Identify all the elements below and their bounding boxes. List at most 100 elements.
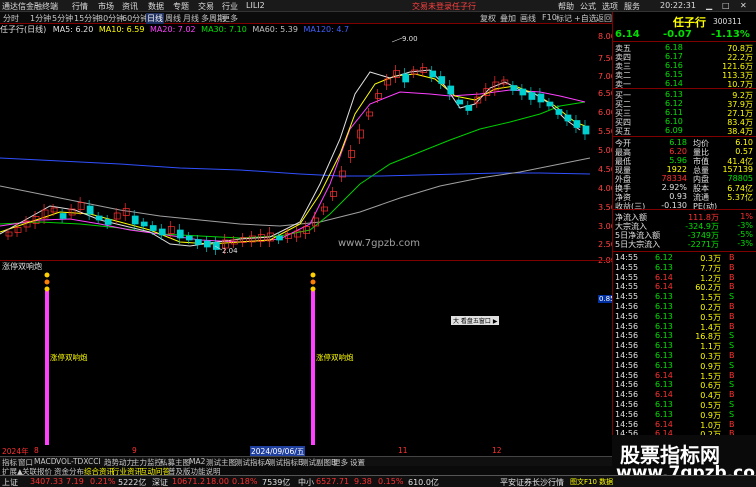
stat-value: 6.18 [669,138,687,147]
tick-price: 6.13 [655,302,673,311]
tab-weekly[interactable]: 周线 [165,13,181,24]
tab-15min[interactable]: 15分钟 [74,13,100,24]
btn-draw[interactable]: 画线 [520,13,536,24]
flow-row: 大宗流入 -324.9万 -3% [613,221,756,231]
signal-bar [45,291,49,445]
tick-side: B [729,272,735,282]
tab-more[interactable]: 更多 [222,13,238,24]
indicator-chart[interactable]: 涨停双响炮 涨停双响炮 [0,271,596,445]
candlestick-chart[interactable]: 9.00 2.04 [0,34,596,260]
tab-macd[interactable]: MACD [34,457,56,466]
tick-side: B [729,419,735,429]
tab-vol[interactable]: VOL-TDX [56,457,88,466]
candle-body [537,93,545,103]
tick-time: 14:55 [615,272,639,282]
tick-row: 14:56 6.13 0.2万 B [613,302,756,312]
ask-price: 6.17 [665,52,683,61]
candle-body [203,240,211,248]
tick-time: 14:56 [615,302,639,311]
chart-title: 任子行(日线) MA5: 6.20 MA10: 6.59 MA20: 7.02 … [0,24,349,34]
close-icon[interactable]: ✕ [740,1,747,10]
stat-value: 0.57 [735,147,753,156]
menu-item-options[interactable]: 选项 [602,1,618,12]
clock: 20:22:31 [660,1,696,10]
tick-price: 6.14 [655,272,673,282]
menu-item-help[interactable]: 帮助 [558,1,574,12]
candle-body [95,215,103,221]
cy-value: 6527.71 [316,477,350,486]
flow-value: -2271万 [687,240,719,249]
candle-body [429,70,437,78]
tick-side: B [729,351,735,360]
btn-f10[interactable]: F10 [542,13,557,22]
ask-row: 卖五 6.18 70.8万 [613,43,756,53]
quote-price-row: 6.14 -0.07 -1.13% [613,29,756,40]
date-axis: 2024年 8 9 2024/09/06/五 11 12 [0,446,612,457]
mini-window-box[interactable]: 大 看盘五窗口 ▶ [451,316,500,325]
sz-label: 深证 [152,478,168,487]
signal-dot [44,272,50,278]
tab-monthly[interactable]: 月线 [183,13,199,24]
price-pct-change: -1.13% [711,29,750,40]
ask-row: 卖四 6.17 22.2万 [613,52,756,62]
ask-row: 卖二 6.15 113.3万 [613,70,756,80]
btn-mark[interactable]: 标记 [556,13,572,24]
maximize-icon[interactable]: □ [722,1,730,10]
menu-item-market[interactable]: 行情 [72,1,88,12]
btn-back[interactable]: 返回 [596,13,612,24]
candle-body [158,228,166,236]
tick-row: 14:55 6.14 1.2万 B [613,272,756,283]
tick-row: 14:56 6.13 0.3万 B [613,351,756,361]
tab-1min[interactable]: 1分钟 [30,13,51,24]
menu-item-data[interactable]: 数据 [148,1,164,12]
menu-item-lili2[interactable]: LILI2 [246,1,265,10]
ask-price: 6.15 [665,70,683,79]
cy-amount: 610.0亿 [408,478,439,487]
tick-time: 14:56 [615,370,639,380]
tab-5min[interactable]: 5分钟 [52,13,73,24]
btn-add-favorite[interactable]: +自选 [574,13,597,24]
minimize-icon[interactable]: ▁ [706,1,712,10]
btn-adjust[interactable]: 复权 [480,13,496,24]
stat-value: 0.93 [669,192,687,201]
tick-side: B [729,311,735,321]
tab-daily[interactable]: 日线 [146,13,164,24]
candle-body [582,125,590,135]
stat-value: 78334 [661,174,687,183]
candle-body [176,229,184,239]
tab-30min[interactable]: 30分钟 [98,13,124,24]
menu-item-topic[interactable]: 专题 [173,1,189,12]
quote-stock-name: 任子行 [673,16,706,29]
login-status[interactable]: 交易未登录 [412,1,452,12]
f10-link[interactable]: 图文F10 数据 [570,477,613,487]
candle-body [86,205,94,215]
menu-item-news[interactable]: 资讯 [122,1,138,12]
tab-cci[interactable]: CCI [88,457,101,466]
candle-body [546,101,554,107]
menu-item-market-2[interactable]: 市场 [98,1,114,12]
tick-price: 6.12 [655,253,673,262]
tick-row: 14:56 6.13 0.9万 S [613,410,756,420]
tab-60min[interactable]: 60分钟 [122,13,148,24]
candle-body [555,109,563,115]
tick-row: 14:56 6.14 1.0万 B [613,419,756,430]
tick-price: 6.13 [655,321,673,331]
tab-ma2[interactable]: MA2 [189,457,205,466]
menu-item-formula[interactable]: 公式 [580,1,596,12]
candle-body [59,213,67,219]
tick-time: 14:55 [615,282,639,292]
menu-item-service[interactable]: 服务 [624,1,640,12]
sz-amount: 7539亿 [262,478,291,487]
tab-intraday[interactable]: 分时 [3,13,19,24]
high-price-label: 9.00 [402,35,418,43]
menu-item-trade[interactable]: 交易 [198,1,214,12]
flow-pct: -3% [737,221,753,230]
chart-stock-name: 任子行(日线) [0,25,47,34]
ask-row: 卖一 6.14 10.7万 [613,79,756,89]
stat-label: PE(动) [693,202,718,211]
menu-item-industry[interactable]: 行业 [222,1,238,12]
sh-label: 上证 [2,478,18,487]
stat-row: 最高 6.20 量比 0.57 [613,147,756,157]
btn-overlay[interactable]: 叠加 [500,13,516,24]
low-price-label: 2.04 [222,247,238,255]
